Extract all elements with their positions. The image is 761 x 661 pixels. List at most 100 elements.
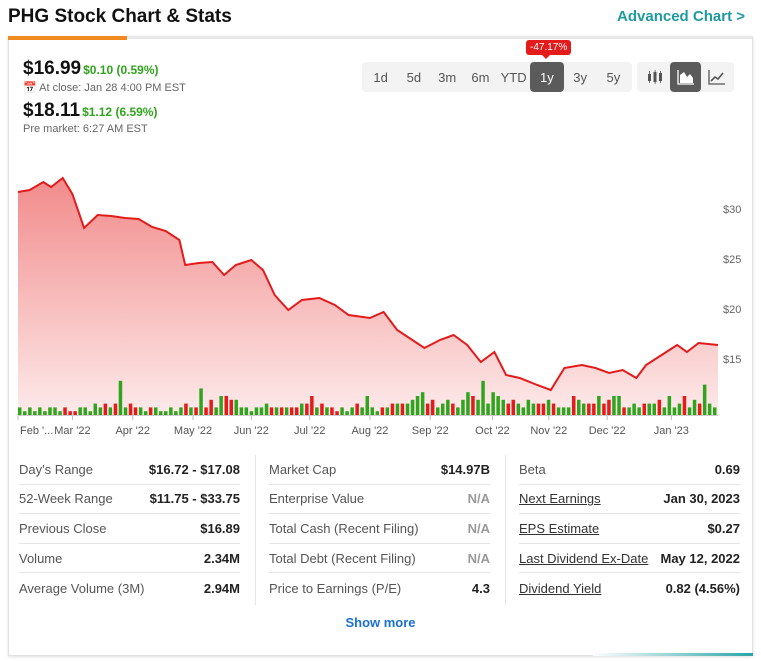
stat-label: 52-Week Range [19,491,113,507]
close-quote: $16.99 $0.10 (0.59%) [23,58,159,80]
x-tick-label: Jun '22 [234,425,269,437]
stat-row: 52-Week Range $11.75 - $33.75 [19,485,240,515]
volume-bar [78,407,82,415]
volume-bar [410,399,415,415]
volume-bar [159,411,163,415]
volume-bar [259,407,264,415]
divider [505,455,506,605]
stat-value: Jan 30, 2023 [663,491,740,507]
stat-row: Enterprise Value N/A [269,485,490,515]
volume-bar [375,411,380,415]
volume-bar [219,396,223,415]
volume-bar [400,403,405,415]
volume-bar [425,403,430,415]
stat-label: Total Cash (Recent Filing) [269,520,419,536]
volume-bar [204,407,208,415]
stats-column-3: Beta 0.69 Next Earnings Jan 30, 2023 EPS Est… [519,455,740,603]
volume-bar [566,407,571,415]
volume-bar [209,399,213,415]
volume-bar [194,407,198,415]
volume-bar [234,399,238,415]
stat-label: Beta [519,461,546,477]
volume-bar [239,407,244,415]
stat-row: Market Cap $14.97B [269,455,490,485]
stat-row: Total Debt (Recent Filing) N/A [269,544,490,574]
stat-label[interactable]: Next Earnings [519,491,601,506]
volume-bar [23,411,27,415]
volume-bar [28,407,32,415]
show-more-button[interactable]: Show more [0,615,761,630]
volume-bar [667,396,672,415]
stat-value: $16.89 [200,520,240,536]
stat-label[interactable]: Last Dividend Ex-Date [519,551,648,566]
volume-bar [647,403,651,415]
volume-bar [481,380,485,415]
volume-bar [516,403,521,415]
volume-bar [169,407,173,415]
volume-bar [486,403,490,415]
stat-row: Total Cash (Recent Filing) N/A [269,514,490,544]
volume-bar [340,407,344,415]
stat-label[interactable]: Dividend Yield [519,581,601,596]
range-5d[interactable]: 5d [397,62,430,92]
x-tick-label: May '22 [174,425,212,437]
x-tick-label: Feb '... [20,425,53,437]
range-ytd[interactable]: YTD [497,62,530,92]
advanced-chart-link[interactable]: Advanced Chart > [617,8,745,25]
candlestick-icon[interactable] [639,62,670,92]
volume-bar [420,392,425,415]
volume-bar [672,407,677,415]
x-tick-label: Dec '22 [589,425,626,437]
range-6m[interactable]: 6m [464,62,497,92]
range-5y[interactable]: 5y [597,62,630,92]
stat-value: $11.75 - $33.75 [149,491,240,507]
volume-bar [622,407,626,415]
stat-value: $0.27 [707,520,740,536]
volume-bar [179,407,183,415]
volume-bar [451,403,455,415]
stat-row: Average Volume (3M) 2.94M [19,573,240,603]
volume-bar [118,380,123,415]
volume-bar [652,403,656,415]
stat-label: Average Volume (3M) [19,580,145,596]
active-tab-indicator [8,36,127,40]
volume-bar [561,407,566,415]
volume-bar [264,403,269,415]
x-tick-label: Jul '22 [294,425,325,437]
stats-column-2: Market Cap $14.97B Enterprise Value N/A Tota… [269,455,490,603]
divider [255,455,256,605]
range-1d[interactable]: 1d [364,62,397,92]
volume-bar [707,403,712,415]
volume-bar [48,407,52,415]
volume-bar [556,407,561,415]
mountain-chart-icon[interactable] [670,62,701,92]
volume-bar [612,396,616,415]
volume-bar [345,411,349,415]
volume-bar [274,407,279,415]
volume-bar [390,403,395,415]
range-3m[interactable]: 3m [431,62,464,92]
volume-bar [405,403,410,415]
stat-value: 2.34M [203,550,240,566]
volume-bar [657,399,662,415]
price-area [18,178,718,415]
volume-bar [43,411,47,415]
page-title: PHG Stock Chart & Stats [8,6,232,27]
volume-bar [148,407,153,415]
volume-bar [350,407,354,415]
stat-value: N/A [467,520,490,536]
volume-bar [53,407,57,415]
volume-bar [536,403,541,415]
volume-bar [300,403,304,415]
line-chart-icon[interactable] [701,62,732,92]
price-chart[interactable]: $15 $20 $25 $30 Feb '... Mar '22 Apr '22 May '2… [0,170,761,445]
volume-bar [88,411,92,415]
range-3y[interactable]: 3y [564,62,597,92]
volume-bar [642,403,646,415]
volume-bar [33,411,37,415]
range-1y[interactable]: 1y [530,62,564,92]
stat-row: Last Dividend Ex-Date May 12, 2022 [519,544,740,574]
stat-row: Next Earnings Jan 30, 2023 [519,485,740,515]
stat-label[interactable]: EPS Estimate [519,521,599,536]
volume-bar [692,399,697,415]
